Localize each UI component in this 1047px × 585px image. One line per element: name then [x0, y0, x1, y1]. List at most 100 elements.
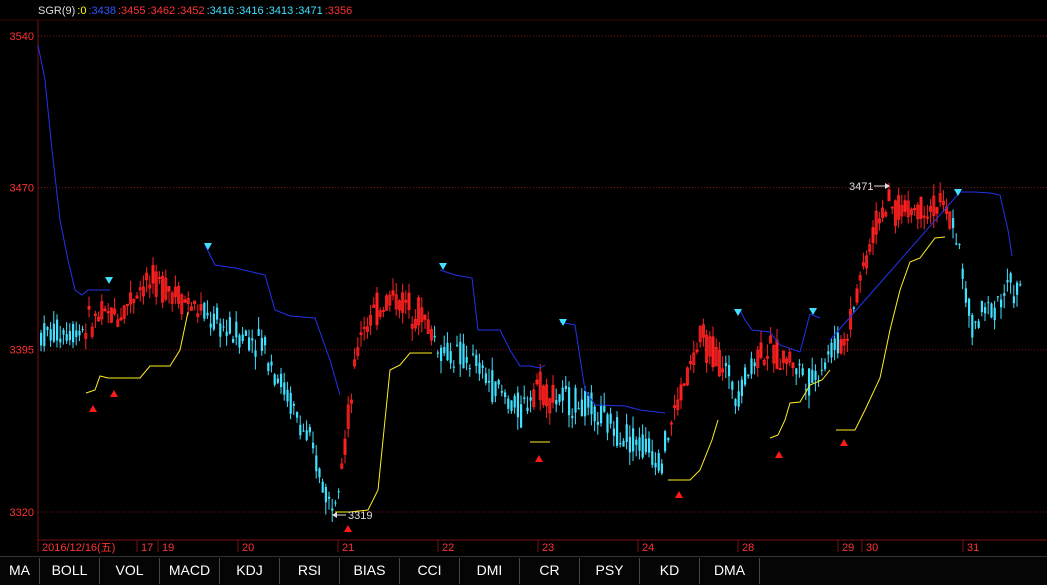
candle-body — [72, 323, 75, 343]
candle-body — [753, 362, 756, 367]
candle-body — [561, 387, 564, 401]
candle-body — [40, 332, 43, 346]
candle-body — [219, 323, 222, 337]
candle-body — [600, 405, 603, 424]
candle-body — [1003, 293, 1006, 296]
candle-body — [669, 422, 673, 425]
tab-rsi[interactable]: RSI — [280, 558, 340, 584]
candle-body — [507, 398, 510, 409]
tab-dmi[interactable]: DMI — [460, 558, 520, 584]
indicator-value: :3438 — [88, 5, 116, 17]
price-chart[interactable]: 3540 3470 3395 3320 2016/12/16(五) 17 19 20 21 22… — [0, 0, 1047, 556]
candle-body — [520, 404, 523, 428]
candle-body — [971, 315, 974, 338]
candle-body — [808, 368, 811, 396]
candle-body — [46, 327, 49, 330]
candle-body — [814, 370, 817, 381]
candle-body — [737, 391, 740, 407]
candle-body — [820, 369, 823, 371]
indicator-value: :3462 — [147, 5, 176, 17]
indicator-value: :3413 — [265, 5, 294, 17]
candle-body — [657, 453, 660, 471]
candle-body — [1012, 296, 1015, 304]
candle-body — [564, 385, 567, 389]
tab-kd[interactable]: KD — [640, 558, 700, 584]
yellow-line-segment — [668, 419, 719, 481]
low-price-arrowhead — [332, 512, 337, 518]
candle-body — [289, 392, 292, 414]
y-axis: 3540 3470 3395 3320 — [10, 31, 34, 519]
candle-body — [296, 412, 299, 418]
candle-body — [488, 380, 491, 383]
x-tick-label: 2016/12/16(五) — [42, 542, 115, 554]
candle-body — [248, 337, 251, 351]
candle-body — [232, 338, 235, 343]
tab-macd[interactable]: MACD — [160, 558, 220, 584]
candle-body — [830, 342, 833, 358]
candle-body — [443, 346, 446, 354]
candle-body — [1009, 273, 1012, 283]
candle-body — [280, 373, 283, 388]
tab-vol[interactable]: VOL — [100, 558, 160, 584]
candle-body — [925, 216, 929, 219]
price-annotations: 3471 3319 — [332, 181, 890, 522]
candle-body — [78, 330, 81, 336]
y-tick-label: 3470 — [10, 182, 34, 194]
candle-body — [318, 468, 321, 478]
candle-body — [1000, 299, 1003, 308]
tab-cci[interactable]: CCI — [400, 558, 460, 584]
high-price-label: 3471 — [849, 181, 873, 193]
candle-body — [612, 428, 615, 436]
candle-body — [574, 387, 577, 413]
candle-body — [833, 338, 836, 350]
candle-body — [984, 307, 987, 314]
x-tick-label: 20 — [242, 542, 254, 554]
tab-dma[interactable]: DMA — [700, 558, 760, 584]
candle-body — [157, 277, 161, 280]
candle-body — [964, 288, 967, 303]
candle-body — [228, 317, 231, 334]
candle-body — [571, 415, 574, 419]
candle-body — [264, 337, 267, 346]
tab-bias[interactable]: BIAS — [340, 558, 400, 584]
candle-body — [299, 424, 302, 436]
candle-body — [987, 302, 990, 304]
tab-psy[interactable]: PSY — [580, 558, 640, 584]
y-tick-label: 3540 — [10, 31, 34, 43]
candle-body — [497, 379, 500, 385]
candle-body — [648, 438, 651, 453]
tab-ma[interactable]: MA — [0, 558, 40, 584]
candle-body — [798, 363, 801, 366]
candle-body — [740, 379, 743, 396]
buy-signal-marker — [110, 390, 118, 397]
candle-body — [321, 481, 324, 493]
candle-body — [206, 312, 209, 316]
tab-kdj[interactable]: KDJ — [220, 558, 280, 584]
candle-body — [811, 369, 814, 384]
candle-body — [651, 451, 654, 465]
tab-cr[interactable]: CR — [520, 558, 580, 584]
candle-body — [484, 373, 487, 384]
candle-body — [106, 311, 110, 314]
blue-line-segment — [739, 309, 821, 353]
candle-body — [827, 351, 830, 355]
candle-body — [308, 426, 311, 433]
tab-boll[interactable]: BOLL — [40, 558, 100, 584]
candle-body — [244, 330, 247, 336]
candle-body — [362, 327, 366, 330]
candle-body — [337, 491, 340, 493]
candle-body — [638, 437, 641, 451]
candle-body — [584, 390, 587, 417]
candle-body — [440, 347, 443, 361]
candle-body — [641, 434, 644, 458]
candle-body — [270, 361, 273, 366]
candle-body — [845, 338, 849, 341]
candle-body — [465, 357, 468, 363]
candle-body — [778, 368, 782, 371]
candle-body — [462, 343, 465, 369]
candle-body — [449, 351, 452, 364]
candle-body — [977, 321, 980, 328]
yellow-line-segment — [836, 236, 946, 431]
candle-body — [609, 413, 612, 424]
candle-body — [452, 366, 455, 368]
